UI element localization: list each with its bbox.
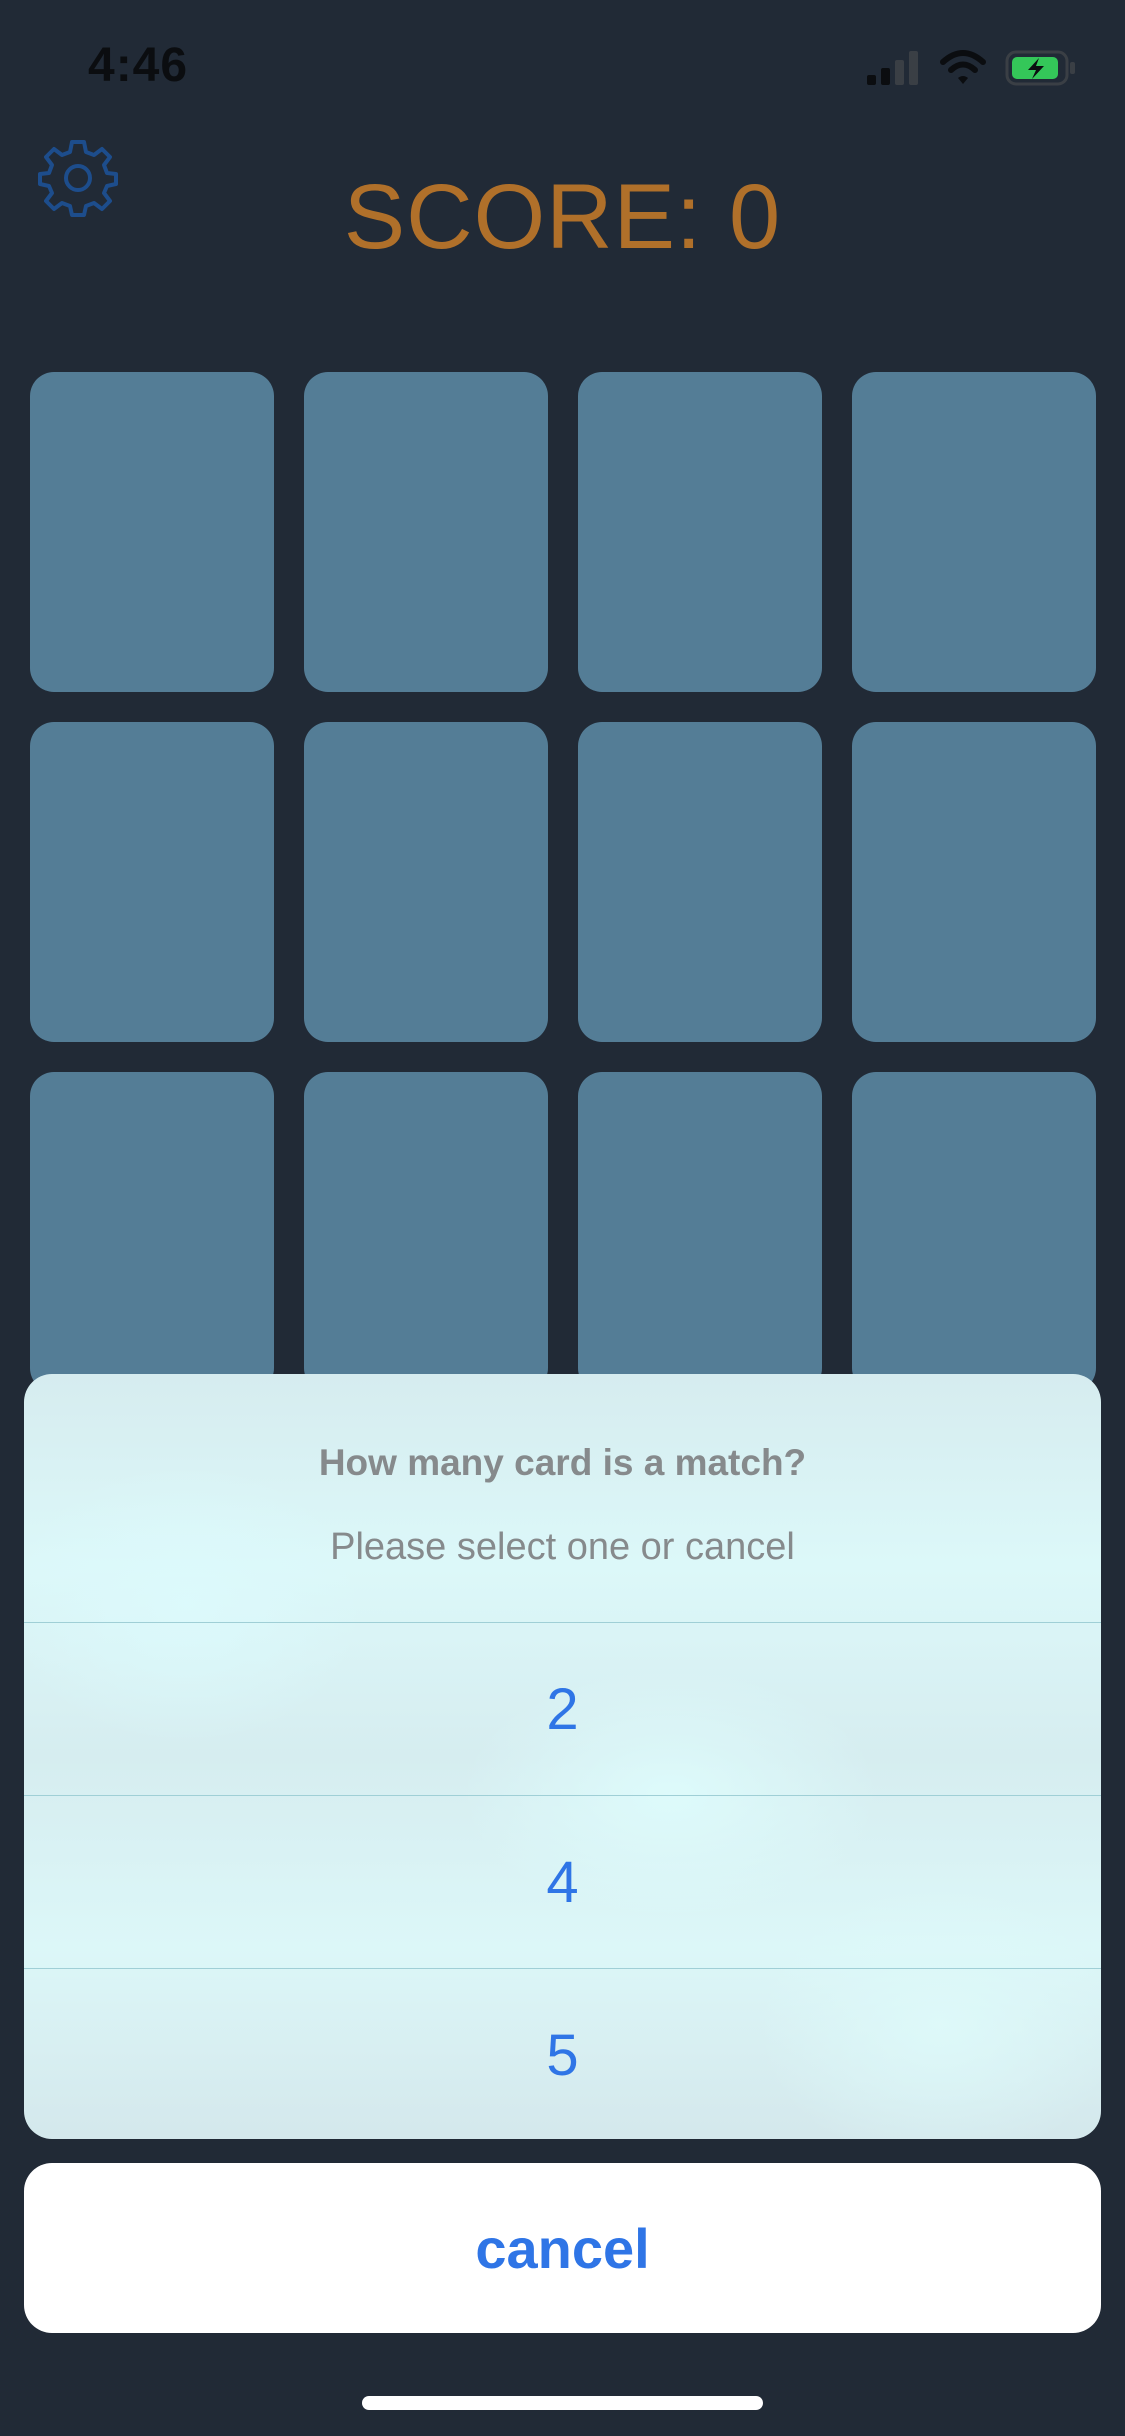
score-label: SCORE: 0 — [343, 166, 782, 268]
card[interactable] — [304, 722, 548, 1042]
status-bar: 4:46 — [0, 0, 1125, 140]
cancel-button[interactable]: cancel — [24, 2163, 1101, 2333]
cellular-signal-icon — [867, 51, 918, 85]
action-sheet: How many card is a match? Please select … — [24, 1374, 1101, 2139]
card-grid — [30, 372, 1096, 1392]
card[interactable] — [304, 1072, 548, 1392]
card[interactable] — [578, 722, 822, 1042]
card[interactable] — [304, 372, 548, 692]
action-sheet-header: How many card is a match? Please select … — [24, 1374, 1101, 1623]
home-indicator[interactable] — [362, 2396, 763, 2410]
card[interactable] — [852, 722, 1096, 1042]
card[interactable] — [30, 372, 274, 692]
option-4-button[interactable]: 4 — [24, 1796, 1101, 1969]
card[interactable] — [578, 372, 822, 692]
status-time: 4:46 — [88, 39, 189, 92]
wifi-icon — [940, 50, 986, 84]
status-icons — [867, 48, 1077, 88]
card[interactable] — [30, 722, 274, 1042]
card[interactable] — [852, 1072, 1096, 1392]
action-sheet-title: How many card is a match? — [318, 1442, 807, 1483]
option-2-button[interactable]: 2 — [24, 1623, 1101, 1796]
card[interactable] — [852, 372, 1096, 692]
card[interactable] — [30, 1072, 274, 1392]
battery-charging-icon — [1005, 50, 1075, 86]
card[interactable] — [578, 1072, 822, 1392]
option-5-button[interactable]: 5 — [24, 1969, 1101, 2139]
action-sheet-message: Please select one or cancel — [330, 1526, 795, 1568]
